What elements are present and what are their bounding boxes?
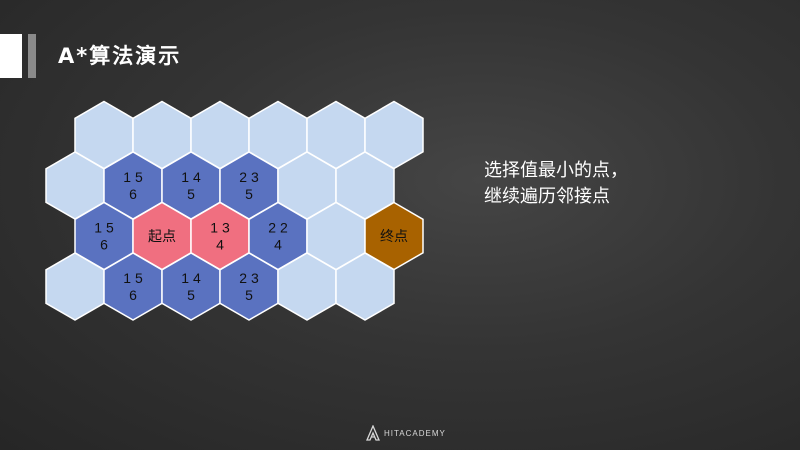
hex-cell-score: 1 4	[181, 270, 201, 286]
hex-grid: 1 561 452 351 56起点1 342 24终点1 561 452 35	[45, 100, 424, 321]
hex-cell-score: 1 5	[123, 270, 143, 286]
hex-cell-score: 1 5	[123, 169, 143, 185]
hit-academy-logo-icon	[366, 425, 380, 441]
hex-cell-score: 4	[216, 237, 224, 253]
hex-cell-score: 2 2	[268, 220, 288, 236]
hex-cell-score: 1 4	[181, 169, 201, 185]
hex-cell-score: 5	[187, 287, 195, 303]
hex-cell-score: 2 3	[239, 169, 259, 185]
logo-text: HITACADEMY	[384, 428, 446, 438]
hex-cell-score: 6	[100, 237, 108, 253]
instruction-text: 选择值最小的点， 继续遍历邻接点	[484, 158, 628, 210]
hex-cell-score: 2 3	[239, 270, 259, 286]
hex-cell-score: 5	[245, 186, 253, 202]
instruction-line-2: 继续遍历邻接点	[484, 186, 610, 207]
hex-cell-score: 6	[129, 186, 137, 202]
hex-cell-label: 起点	[148, 228, 176, 244]
instruction-line-1: 选择值最小的点，	[484, 160, 628, 181]
footer-logo: HITACADEMY	[366, 425, 446, 441]
hex-cell-score: 1 3	[210, 220, 230, 236]
hex-cell-score: 5	[187, 186, 195, 202]
hex-cell-score: 4	[274, 237, 282, 253]
hex-cell-score: 6	[129, 287, 137, 303]
hex-cell-score: 5	[245, 287, 253, 303]
hex-cell-score: 1 5	[94, 220, 114, 236]
hex-cell-label: 终点	[380, 228, 408, 244]
